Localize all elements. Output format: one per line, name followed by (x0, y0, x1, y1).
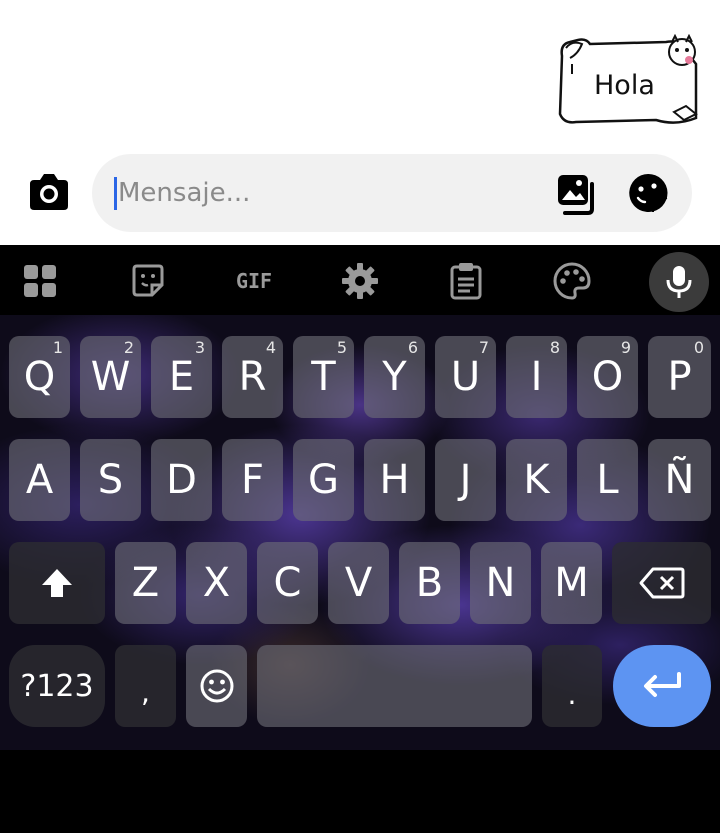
space-key[interactable] (257, 645, 532, 727)
microphone-button[interactable] (649, 252, 709, 312)
settings-gear-icon[interactable] (340, 261, 380, 301)
emoji-key[interactable] (186, 645, 247, 727)
microphone-icon (666, 266, 692, 298)
key-i[interactable]: I8 (506, 336, 567, 418)
key-label: Q (23, 354, 56, 400)
backspace-icon (639, 567, 684, 599)
key-n-tilde[interactable]: Ñ (648, 439, 711, 521)
key-hint: 6 (407, 338, 418, 357)
key-hint: 0 (693, 338, 704, 357)
symbols-key[interactable]: ?123 (9, 645, 105, 727)
text-caret (114, 177, 117, 210)
key-m[interactable]: M (541, 542, 602, 624)
key-g[interactable]: G (293, 439, 354, 521)
key-v[interactable]: V (328, 542, 389, 624)
key-h[interactable]: H (364, 439, 425, 521)
enter-key[interactable] (613, 645, 711, 727)
chat-area: Hola Mensaje... (0, 0, 720, 245)
key-t[interactable]: T5 (293, 336, 354, 418)
key-label: I (530, 354, 543, 400)
key-r[interactable]: R4 (222, 336, 283, 418)
key-k[interactable]: K (506, 439, 567, 521)
key-b[interactable]: B (399, 542, 460, 624)
key-a[interactable]: A (9, 439, 70, 521)
key-w[interactable]: W2 (80, 336, 141, 418)
apps-grid-icon[interactable] (20, 261, 60, 301)
key-label: O (591, 354, 624, 400)
key-j[interactable]: J (435, 439, 496, 521)
navigation-bar-area (0, 750, 720, 833)
backspace-key[interactable] (612, 542, 711, 624)
key-hint: 8 (549, 338, 560, 357)
key-o[interactable]: O9 (577, 336, 638, 418)
clipboard-icon[interactable] (446, 261, 486, 301)
sticker-face-icon[interactable] (627, 172, 669, 214)
sticker-icon[interactable] (128, 261, 168, 301)
shift-icon (42, 569, 72, 597)
enter-icon (644, 672, 681, 697)
palette-icon[interactable] (552, 261, 592, 301)
key-hint: 3 (194, 338, 205, 357)
shift-key[interactable] (9, 542, 105, 624)
key-p[interactable]: P0 (648, 336, 711, 418)
gallery-icon[interactable] (555, 172, 599, 216)
period-key[interactable]: . (542, 645, 602, 727)
key-s[interactable]: S (80, 439, 141, 521)
key-q[interactable]: Q1 (9, 336, 70, 418)
camera-icon[interactable] (26, 170, 72, 214)
key-label: R (238, 354, 267, 400)
key-label: U (450, 354, 481, 400)
key-u[interactable]: U7 (435, 336, 496, 418)
key-y[interactable]: Y6 (364, 336, 425, 418)
keyboard: GIF Q1 W2 E3 R4 T5 Y6 U7 I8 O9 P0 A S D … (0, 245, 720, 750)
key-e[interactable]: E3 (151, 336, 212, 418)
sticker-text: Hola (594, 70, 655, 101)
key-l[interactable]: L (577, 439, 638, 521)
key-label: T (311, 354, 336, 400)
key-hint: 2 (123, 338, 134, 357)
key-label: W (90, 354, 131, 400)
message-placeholder: Mensaje... (118, 178, 251, 208)
key-x[interactable]: X (186, 542, 247, 624)
key-n[interactable]: N (470, 542, 531, 624)
key-label: Y (382, 354, 407, 400)
comma-key[interactable]: , (115, 645, 176, 727)
gif-button[interactable]: GIF (226, 261, 282, 301)
key-z[interactable]: Z (115, 542, 176, 624)
key-hint: 1 (52, 338, 63, 357)
key-hint: 5 (336, 338, 347, 357)
key-hint: 9 (620, 338, 631, 357)
key-c[interactable]: C (257, 542, 318, 624)
key-d[interactable]: D (151, 439, 212, 521)
key-hint: 7 (478, 338, 489, 357)
emoji-icon (200, 669, 233, 703)
key-label: E (168, 354, 195, 400)
key-f[interactable]: F (222, 439, 283, 521)
key-hint: 4 (265, 338, 276, 357)
key-label: P (667, 354, 692, 400)
